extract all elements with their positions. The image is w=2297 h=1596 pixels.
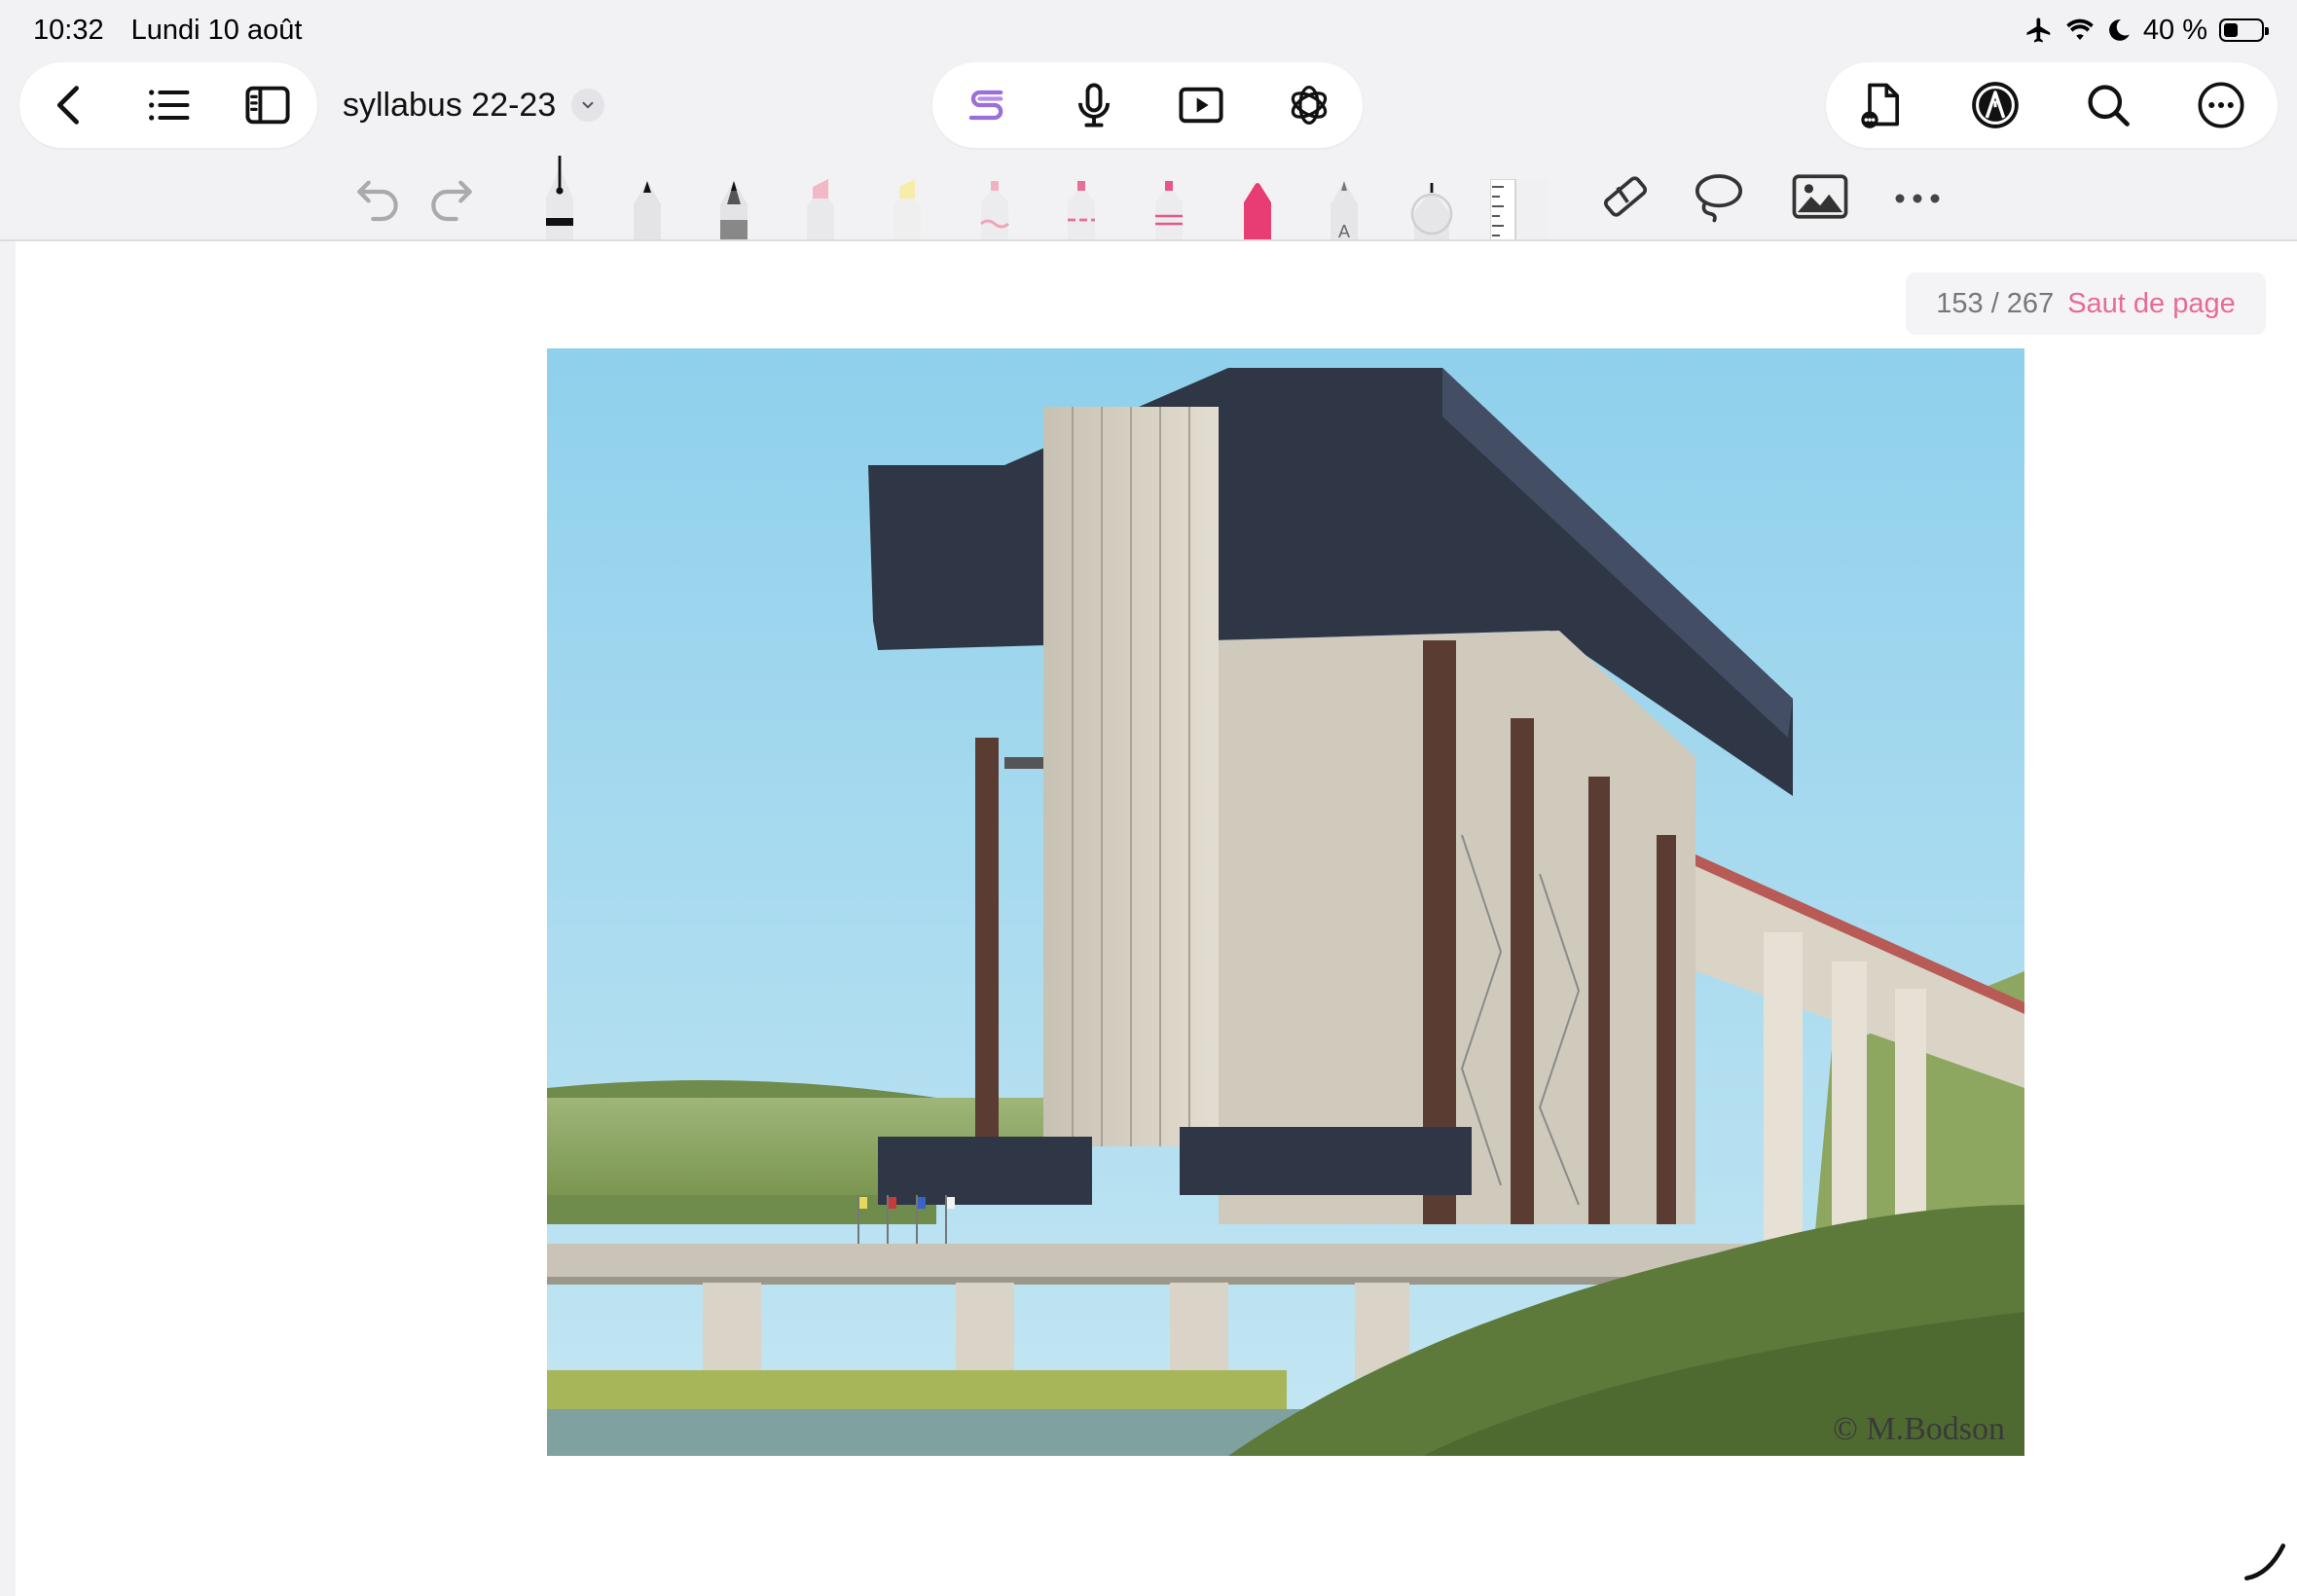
pen-mode-button[interactable] <box>1966 76 2024 134</box>
status-date: Lundi 10 août <box>130 14 303 46</box>
pen-icon[interactable] <box>628 177 667 241</box>
image-icon[interactable] <box>1791 169 1849 224</box>
status-time: 10:32 <box>33 14 104 46</box>
sidebar-icon <box>245 86 290 125</box>
battery-fill <box>2224 23 2239 37</box>
back-icon <box>56 86 79 125</box>
page-count: 153 / 267 <box>1936 287 2055 319</box>
marker-magenta-icon[interactable] <box>1238 179 1277 241</box>
drawing-toolbar: A <box>0 156 2297 241</box>
chatgpt-icon <box>1291 85 1327 126</box>
document-options-button[interactable] <box>1853 76 1912 134</box>
document-title-button[interactable]: syllabus 22-23 <box>343 82 605 128</box>
highlighter-pink-icon[interactable] <box>801 179 840 241</box>
chatgpt-button[interactable] <box>1280 76 1338 134</box>
sidebar-button[interactable] <box>238 76 297 134</box>
fountain-pen-icon[interactable] <box>538 156 581 241</box>
chevron-down-icon <box>571 89 605 122</box>
more-tools-icon[interactable] <box>1890 181 1945 216</box>
ruler-icon[interactable] <box>1490 179 1549 241</box>
highlighter-yellow-icon[interactable] <box>888 179 927 241</box>
redo-icon[interactable] <box>424 171 479 226</box>
airplane-icon <box>2026 18 2051 43</box>
eraser-icon[interactable] <box>1598 169 1653 224</box>
battery-icon <box>2219 18 2269 42</box>
lasso-icon[interactable] <box>1692 169 1746 224</box>
search-button[interactable] <box>2079 76 2137 134</box>
laser-icon[interactable] <box>1403 177 1461 241</box>
pen-mode-icon <box>1972 82 2019 128</box>
record-button[interactable] <box>1065 76 1123 134</box>
marker-dashed-icon[interactable] <box>1062 179 1101 241</box>
document-options-icon <box>1861 83 1900 128</box>
back-button[interactable] <box>40 76 98 134</box>
nav-center-group <box>932 62 1363 148</box>
play-icon <box>1179 87 1223 124</box>
text-pen-icon[interactable]: A <box>1325 177 1364 241</box>
wifi-icon <box>2066 18 2094 40</box>
more-icon <box>2198 82 2244 128</box>
undo-icon[interactable] <box>350 171 405 226</box>
moon-icon <box>2108 19 2130 41</box>
microphone-icon <box>1077 83 1110 127</box>
status-right: 40 % <box>2024 14 2269 47</box>
document-title: syllabus 22-23 <box>343 86 557 124</box>
pencil-icon[interactable] <box>714 177 753 241</box>
page-break-button[interactable]: Saut de page <box>2067 288 2236 320</box>
goodnotes-ai-icon <box>968 90 1003 121</box>
svg-text:A: A <box>1338 222 1350 241</box>
nav-left-group <box>19 62 317 148</box>
page-indicator: 153 / 267 Saut de page <box>1906 272 2266 335</box>
more-button[interactable] <box>2192 76 2250 134</box>
marker-double-icon[interactable] <box>1149 179 1188 241</box>
outline-button[interactable] <box>139 76 198 134</box>
status-bar: 10:32 Lundi 10 août 40 % <box>0 0 2297 60</box>
nav-right-group <box>1826 62 2278 148</box>
battery-percent: 40 % <box>2142 14 2207 46</box>
photo-credit: © M.Bodson <box>1833 1411 2005 1447</box>
list-icon <box>149 90 190 121</box>
present-button[interactable] <box>1172 76 1230 134</box>
marker-wave-icon[interactable] <box>975 179 1014 241</box>
pen-stroke-icon <box>2243 1543 2286 1581</box>
boat-lift-photo[interactable]: © M.Bodson <box>547 348 2024 1456</box>
status-left: 10:32 Lundi 10 août <box>33 15 321 47</box>
ai-button[interactable] <box>957 76 1015 134</box>
search-icon <box>2088 85 2130 127</box>
